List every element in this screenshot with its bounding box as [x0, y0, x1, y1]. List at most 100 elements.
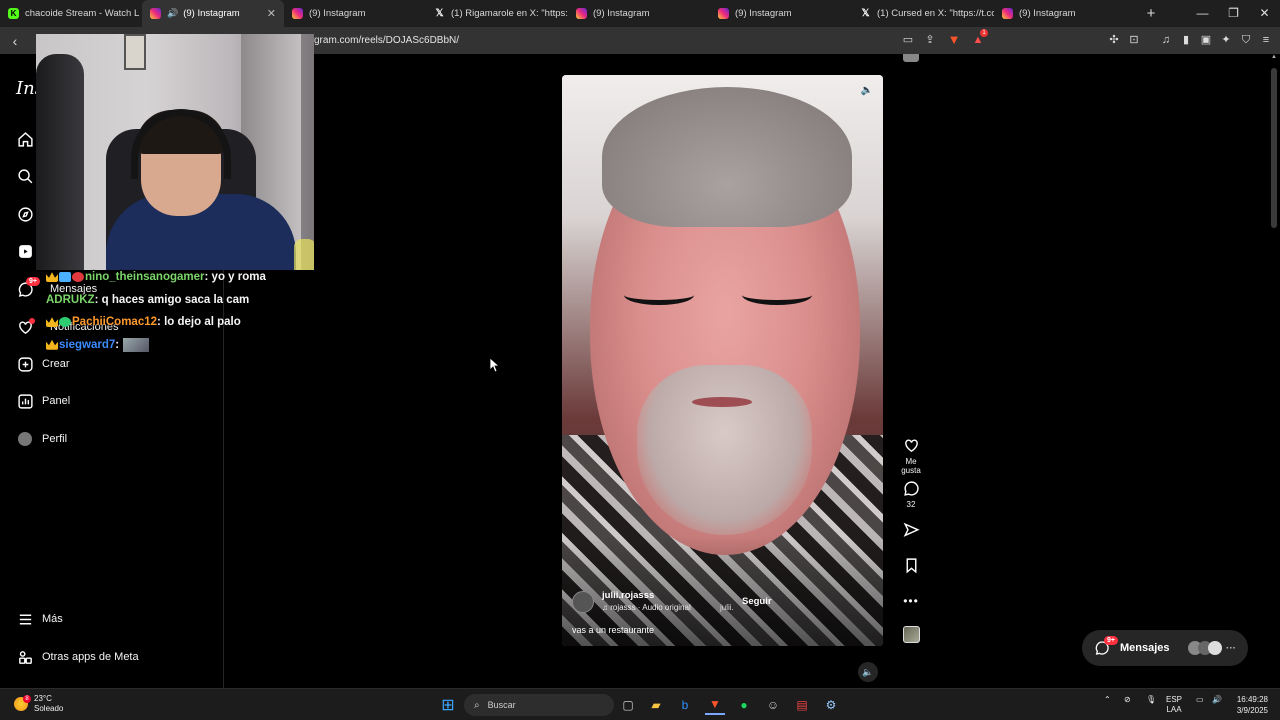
extensions-icon[interactable]: ✣ [1106, 32, 1122, 48]
cast-icon[interactable]: ▭ [900, 32, 916, 48]
tab-x[interactable]: 𝕏 (1) Rigamarole en X: "https://t. [426, 0, 568, 27]
send-icon [903, 522, 920, 537]
sidebar-item-label: Otras apps de Meta [42, 651, 139, 663]
chat-message: PachiiComac12: lo dejo al palo [46, 311, 306, 334]
search-icon [16, 167, 34, 185]
creator-avatar[interactable] [572, 591, 594, 613]
chat-message: nino_theinsanogamer: yo y roma [46, 266, 306, 289]
sub-badge-icon [59, 272, 71, 283]
volume-icon[interactable]: 🔊 [1212, 695, 1222, 705]
tab-instagram[interactable]: (9) Instagram [284, 0, 426, 27]
url-text: gram.com/reels/DOJASc6DBbN/ [314, 35, 460, 46]
home-icon [16, 130, 34, 148]
sidebar-item-more[interactable]: Más [16, 610, 63, 628]
menu-icon[interactable]: ≡ [1258, 32, 1274, 48]
previous-reel-thumb[interactable] [903, 54, 919, 62]
speaker-icon[interactable]: 🔊 [167, 8, 178, 19]
audio-label[interactable]: ♫ rojasss · Audio original [602, 603, 691, 612]
windows-start-icon[interactable]: ⊞ [438, 695, 458, 715]
display-icon[interactable]: ▭ [1196, 695, 1204, 705]
tab-twitch[interactable]: K chacoide Stream - Watch L [0, 0, 142, 27]
sidebar-item-profile[interactable]: Perfil [16, 430, 67, 448]
close-window-icon[interactable]: ✕ [1249, 0, 1280, 27]
reel-video[interactable]: 🔈 julii.rojasss ♫ rojasss · Audio origin… [562, 75, 883, 646]
chat-text: lo dejo al palo [164, 316, 241, 329]
network-off-icon[interactable]: ⊘ [1124, 695, 1131, 705]
language-indicator[interactable]: ESP LAA [1166, 695, 1182, 715]
comment-icon [903, 481, 919, 496]
tab-instagram[interactable]: (9) Instagram [710, 0, 852, 27]
brave-browser-icon[interactable]: ▼ [705, 695, 725, 715]
leo-icon[interactable]: ✦ [1218, 32, 1234, 48]
bing-icon[interactable]: b [675, 695, 695, 715]
sidebar-item-meta-apps[interactable]: Otras apps de Meta [16, 648, 139, 666]
file-explorer-icon[interactable]: ▰ [646, 695, 666, 715]
sidebar-item-dashboard[interactable]: Panel [16, 392, 70, 410]
messages-badge: 9+ [1104, 636, 1118, 645]
tab-x[interactable]: 𝕏 (1) Cursed en X: "https://t.co/S [852, 0, 994, 27]
comment-button[interactable]: 32 [895, 480, 927, 509]
audio-thumbnail[interactable] [903, 626, 920, 643]
reel-caption: vas a un restaurante [572, 625, 655, 635]
messages-dock[interactable]: 9+ Mensajes ··· [1082, 630, 1248, 666]
vpn-icon[interactable]: ⛉ [1238, 32, 1254, 48]
bookmark-icon [906, 558, 916, 574]
brave-rewards-icon[interactable]: ▲ 1 [970, 29, 988, 48]
sound-toggle-icon[interactable]: 🔈 [858, 662, 878, 682]
brave-shields-icon[interactable]: ▼ [946, 32, 962, 48]
share-button[interactable] [895, 522, 927, 542]
audio-extra: julii. [720, 603, 734, 612]
like-button[interactable]: Me gusta [895, 437, 927, 475]
tab-instagram-active[interactable]: 🔊 (9) Instagram ✕ [142, 0, 284, 27]
chat-username: ADRUKZ [46, 293, 95, 306]
taskbar-search[interactable]: ⌕ Buscar [464, 694, 614, 716]
meta-apps-icon [16, 648, 34, 666]
steam-icon[interactable]: ⚙ [821, 695, 841, 715]
wall-picture [124, 34, 146, 70]
weather-condition: Soleado [34, 704, 64, 713]
tab-instagram[interactable]: (9) Instagram [994, 0, 1136, 27]
notification-dot [29, 318, 35, 324]
scrollbar-thumb[interactable] [1271, 68, 1277, 228]
media-app-icon[interactable]: ▤ [792, 695, 812, 715]
sidebar-item-create[interactable]: Crear [16, 355, 70, 373]
reels-icon [16, 242, 34, 260]
tray-chevron-icon[interactable]: ⌃ [1104, 695, 1111, 705]
back-icon[interactable]: ‹ [0, 33, 30, 49]
spotify-icon[interactable]: ● [734, 695, 754, 715]
twitch-icon: K [8, 8, 19, 19]
creator-username[interactable]: julii.rojasss [602, 590, 654, 601]
crown-badge-icon [46, 317, 58, 328]
share-icon[interactable]: ⇪ [922, 32, 938, 48]
task-view-icon[interactable]: ▢ [618, 695, 638, 715]
microphone-icon[interactable]: 🎙 [1146, 695, 1156, 705]
save-button[interactable] [895, 557, 927, 577]
minimize-icon[interactable]: — [1187, 0, 1218, 27]
page-scrollbar[interactable]: ▲ [1270, 54, 1278, 688]
discord-icon[interactable]: ☺ [763, 695, 783, 715]
browser-tab-strip: K chacoide Stream - Watch L 🔊 (9) Instag… [0, 0, 1280, 27]
chat-emote [123, 337, 150, 352]
sidebar-icon[interactable]: ▮ [1178, 32, 1194, 48]
close-tab-icon[interactable]: ✕ [267, 7, 276, 20]
rewards-badge: 1 [980, 29, 988, 37]
system-clock[interactable]: 16:49:28 3/9/2025 [1237, 694, 1268, 716]
weather-badge: 8 [23, 695, 31, 703]
wallet-icon[interactable]: ▣ [1198, 32, 1214, 48]
lang-top: ESP [1166, 695, 1183, 704]
tab-label: (9) Instagram [309, 8, 366, 19]
follow-button[interactable]: Seguir [742, 596, 772, 607]
weather-widget[interactable]: 8 23°C Soleado [14, 694, 63, 714]
tab-instagram[interactable]: (9) Instagram [568, 0, 710, 27]
clock-date: 3/9/2025 [1236, 706, 1268, 715]
more-dots-icon: ··· [1226, 642, 1236, 654]
new-tab-button[interactable]: + [1136, 5, 1166, 22]
restore-icon[interactable]: ❐ [1218, 0, 1249, 27]
stream-chat-overlay: nino_theinsanogamer: yo y roma ADRUKZ: q… [46, 266, 306, 356]
volume-icon[interactable]: 🔈 [859, 83, 875, 99]
more-options-icon[interactable]: ••• [895, 594, 927, 608]
screenshot-icon[interactable]: ⊡ [1126, 32, 1142, 48]
scroll-up-icon[interactable]: ▲ [1270, 54, 1278, 60]
media-icon[interactable]: ♫ [1158, 32, 1174, 48]
address-bar[interactable]: gram.com/reels/DOJASc6DBbN/ [300, 30, 1000, 51]
